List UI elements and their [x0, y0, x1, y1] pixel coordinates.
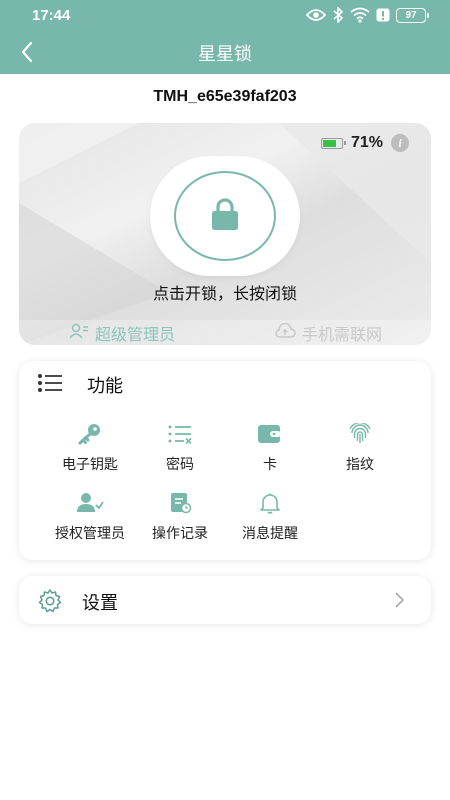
page-title: 星星锁 — [198, 44, 252, 65]
device-id: TMH_e65e39faf203 — [153, 88, 297, 105]
app-header: 17:44 97 星星锁 — [0, 0, 450, 74]
function-card[interactable]: 卡 — [220, 423, 320, 474]
authorized-admin-icon — [40, 492, 140, 514]
settings-label: 设置 — [82, 593, 118, 614]
unlock-button[interactable] — [150, 156, 300, 276]
bluetooth-icon — [332, 7, 344, 23]
function-label: 密码 — [166, 457, 194, 473]
status-time: 17:44 — [32, 7, 71, 24]
status-icons: 97 — [306, 7, 429, 23]
eye-icon — [306, 8, 326, 22]
battery-percent: 71% — [350, 134, 383, 151]
function-label: 指纹 — [346, 457, 374, 473]
user-role: 超级管理员 — [19, 320, 225, 345]
lock-card-footer: 超级管理员 手机需联网 — [19, 320, 431, 345]
functions-title: 功能 — [87, 376, 123, 397]
function-operation-log[interactable]: 操作记录 — [130, 492, 230, 543]
functions-card: 功能 电子钥匙 密码 卡 指纹 授权管理员 操作记录 消息提醒 — [19, 361, 431, 560]
lock-battery: 71% i — [320, 134, 409, 152]
cloud-icon — [274, 322, 296, 343]
status-bar: 17:44 97 — [0, 0, 450, 32]
user-role-label: 超级管理员 — [94, 324, 175, 344]
wifi-icon — [350, 7, 370, 23]
function-label: 卡 — [263, 457, 277, 473]
function-label: 消息提醒 — [242, 526, 298, 542]
bell-icon — [220, 492, 320, 514]
status-battery: 97 — [396, 7, 429, 23]
operation-log-icon — [130, 492, 230, 514]
info-icon[interactable]: i — [391, 134, 409, 152]
fingerprint-icon — [310, 423, 410, 445]
function-notifications[interactable]: 消息提醒 — [220, 492, 320, 543]
lock-ring — [174, 171, 276, 261]
gear-icon — [37, 588, 63, 618]
battery-level-fill — [322, 139, 336, 147]
password-icon — [130, 423, 230, 445]
settings-row[interactable]: 设置 — [19, 576, 431, 624]
key-icon — [40, 423, 140, 445]
function-fingerprint[interactable]: 指纹 — [310, 423, 410, 474]
function-password[interactable]: 密码 — [130, 423, 230, 474]
function-label: 授权管理员 — [55, 526, 125, 542]
battery-icon — [320, 137, 346, 149]
card-icon — [220, 423, 320, 445]
function-label: 操作记录 — [152, 526, 208, 542]
function-authorized-admin[interactable]: 授权管理员 — [40, 492, 140, 543]
list-icon — [37, 373, 63, 397]
chevron-right-icon — [393, 591, 405, 613]
function-label: 电子钥匙 — [62, 457, 118, 473]
functions-header: 功能 — [37, 372, 123, 398]
network-status-label: 手机需联网 — [301, 324, 382, 344]
alert-icon — [376, 8, 390, 22]
padlock-icon — [210, 197, 240, 235]
admin-user-icon — [69, 323, 89, 343]
function-electronic-key[interactable]: 电子钥匙 — [40, 423, 140, 474]
network-status: 手机需联网 — [225, 320, 431, 345]
lock-card: 71% i 点击开锁，长按闭锁 超级管理员 手机需联网 — [19, 123, 431, 345]
lock-hint: 点击开锁，长按闭锁 — [152, 284, 297, 303]
nav-bar: 星星锁 — [0, 32, 450, 74]
